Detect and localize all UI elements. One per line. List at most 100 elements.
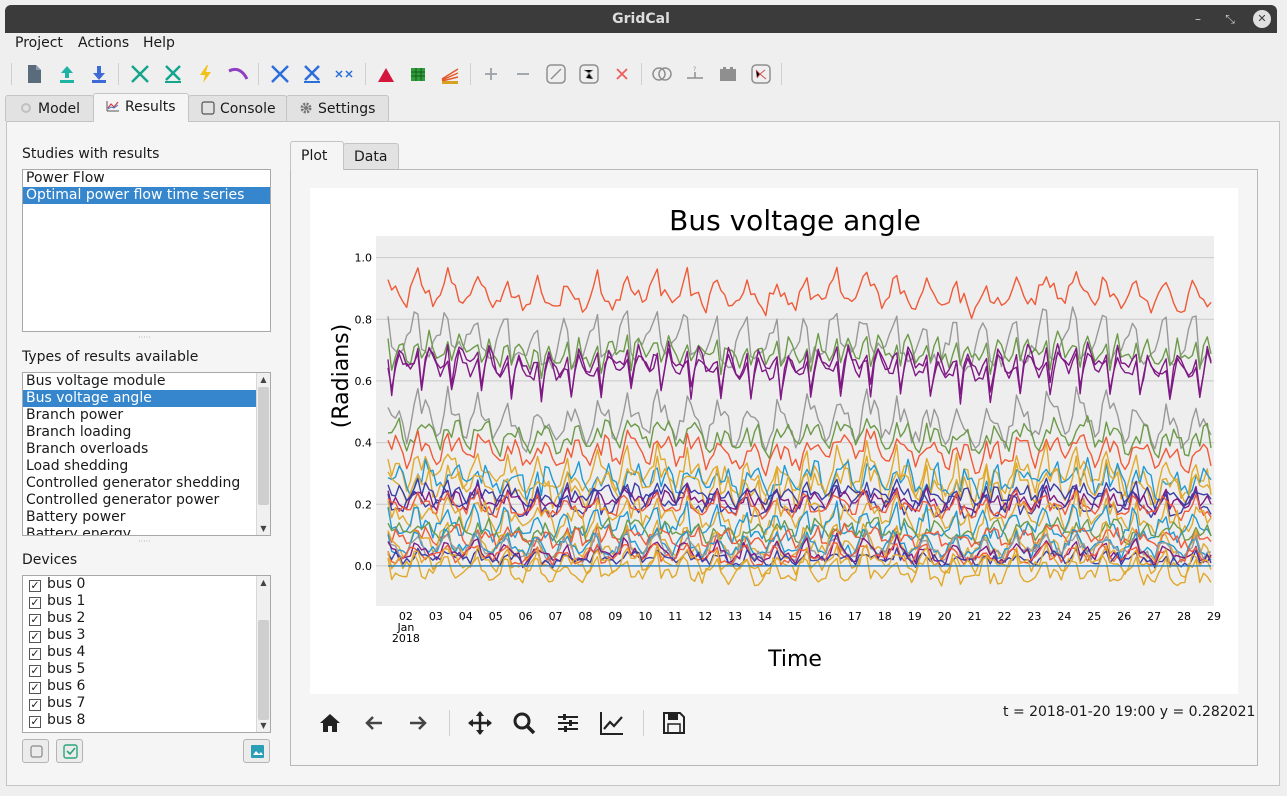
back-arrow-icon[interactable] [360, 709, 388, 737]
scroll-down-icon[interactable]: ▼ [257, 522, 270, 535]
device-checkbox[interactable]: ✓ [29, 614, 41, 626]
x-tick-label: 15 [788, 610, 802, 623]
delete-icon[interactable] [611, 63, 633, 85]
grid-icon[interactable] [407, 63, 429, 85]
power-flow-icon[interactable] [129, 63, 151, 85]
menu-actions[interactable]: Actions [78, 35, 129, 51]
new-file-icon[interactable] [23, 63, 45, 85]
menu-project[interactable]: Project [15, 35, 63, 51]
splitter-handle[interactable]: ····· [138, 537, 151, 546]
device-checkbox[interactable]: ✓ [29, 682, 41, 694]
fit-diagram-icon[interactable] [545, 63, 567, 85]
result-type-item[interactable]: Load shedding [23, 458, 257, 475]
study-item[interactable]: Power Flow [23, 170, 270, 187]
voltage-stability-icon[interactable] [227, 63, 249, 85]
study-item-selected[interactable]: Optimal power flow time series [23, 187, 270, 204]
tab-results[interactable]: Results [93, 93, 189, 122]
tab-model-label: Model [38, 101, 81, 117]
add-icon[interactable] [480, 63, 502, 85]
device-item[interactable]: ✓ bus 0 [23, 576, 257, 593]
y-axis-label: (Radians) [329, 324, 354, 428]
minimize-icon[interactable]: – [1189, 10, 1207, 28]
result-types-scrollbar[interactable]: ▲ ▼ [256, 373, 270, 535]
map-icon[interactable] [750, 63, 772, 85]
export-image-button[interactable] [243, 739, 270, 763]
device-item[interactable]: ✓ bus 6 [23, 678, 257, 695]
result-type-item[interactable]: Branch power [23, 407, 257, 424]
scroll-up-icon[interactable]: ▲ [257, 373, 270, 386]
restore-icon[interactable]: ⤡ [1221, 10, 1239, 28]
y-tick-label: 0.2 [355, 498, 373, 511]
device-checkbox[interactable]: ✓ [29, 699, 41, 711]
devices-scrollbar[interactable]: ▲ ▼ [256, 576, 270, 732]
islands-icon[interactable] [651, 63, 673, 85]
battery-icon[interactable] [717, 63, 739, 85]
x-tick-label: 22 [998, 610, 1012, 623]
device-item[interactable]: ✓ bus 1 [23, 593, 257, 610]
result-type-item[interactable]: Bus voltage module [23, 373, 257, 390]
result-types-list[interactable]: Bus voltage module Bus voltage angle Bra… [22, 372, 271, 536]
forward-arrow-icon[interactable] [404, 709, 432, 737]
close-icon[interactable]: ✕ [1253, 10, 1271, 28]
stochastic-icon[interactable] [375, 63, 397, 85]
device-checkbox[interactable]: ✓ [29, 580, 41, 592]
lightning-icon[interactable] [195, 63, 217, 85]
x-tick-label: 20 [938, 610, 952, 623]
device-item[interactable]: ✓ bus 2 [23, 610, 257, 627]
save-figure-icon[interactable] [660, 709, 688, 737]
remove-icon[interactable] [512, 63, 534, 85]
device-item[interactable]: ✓ bus 5 [23, 661, 257, 678]
check-all-button[interactable] [56, 739, 83, 763]
tab-settings[interactable]: Settings [286, 95, 389, 121]
device-label: bus 1 [47, 593, 86, 609]
save-file-icon[interactable] [88, 63, 110, 85]
device-item[interactable]: ✓ bus 8 [23, 712, 257, 729]
result-type-item[interactable]: Controlled generator shedding [23, 475, 257, 492]
devices-list[interactable]: ✓ bus 0 ✓ bus 1 ✓ bus 2 ✓ bus 3 ✓ bus 4 ✓ bus … [22, 575, 271, 733]
tab-data[interactable]: Data [343, 143, 399, 169]
pan-icon[interactable] [466, 709, 494, 737]
tab-console[interactable]: Console [188, 95, 287, 121]
cursor-coordinates: t = 2018-01-20 19:00 y = 0.282021 [1003, 704, 1256, 720]
scroll-thumb[interactable] [258, 620, 269, 720]
x-tick-label: 08 [579, 610, 593, 623]
configure-subplots-icon[interactable] [554, 709, 582, 737]
result-type-item[interactable]: Branch loading [23, 424, 257, 441]
auto-layout-icon[interactable] [578, 63, 600, 85]
device-checkbox[interactable]: ✓ [29, 665, 41, 677]
cascade-icon[interactable] [439, 63, 461, 85]
edit-axes-icon[interactable] [598, 709, 626, 737]
line-chart[interactable]: Bus voltage angle 0.00.20.40.60.81.0 02 0… [310, 188, 1238, 694]
scroll-up-icon[interactable]: ▲ [257, 576, 270, 589]
device-checkbox[interactable]: ✓ [29, 648, 41, 660]
splitter-handle[interactable]: ····· [138, 333, 151, 342]
optimal-time-series-icon[interactable] [301, 63, 323, 85]
device-checkbox[interactable]: ✓ [29, 716, 41, 728]
device-checkbox[interactable]: ✓ [29, 597, 41, 609]
zoom-icon[interactable] [510, 709, 538, 737]
device-item[interactable]: ✓ bus 7 [23, 695, 257, 712]
x-tick-label: 09 [608, 610, 622, 623]
clustering-icon[interactable] [334, 63, 356, 85]
short-circuit-icon[interactable] [162, 63, 184, 85]
tab-plot[interactable]: Plot [290, 141, 344, 170]
home-icon[interactable] [316, 709, 344, 737]
result-type-item[interactable]: Battery energy [23, 526, 257, 535]
studies-list[interactable]: Power Flow Optimal power flow time serie… [22, 169, 271, 332]
result-type-item-selected[interactable]: Bus voltage angle [23, 390, 257, 407]
time-series-icon[interactable] [269, 63, 291, 85]
device-item[interactable]: ✓ bus 4 [23, 644, 257, 661]
open-file-icon[interactable] [56, 63, 78, 85]
result-type-item[interactable]: Controlled generator power [23, 492, 257, 509]
device-checkbox[interactable]: ✓ [29, 631, 41, 643]
menu-help[interactable]: Help [143, 35, 175, 51]
result-type-item[interactable]: Branch overloads [23, 441, 257, 458]
uncheck-all-button[interactable] [22, 739, 49, 763]
topology-icon[interactable]: ? [684, 63, 706, 85]
scroll-thumb[interactable] [258, 387, 269, 505]
result-type-item[interactable]: Battery power [23, 509, 257, 526]
tab-model[interactable]: Model [5, 95, 94, 121]
device-label: bus 0 [47, 576, 86, 592]
scroll-down-icon[interactable]: ▼ [257, 719, 270, 732]
device-item[interactable]: ✓ bus 3 [23, 627, 257, 644]
